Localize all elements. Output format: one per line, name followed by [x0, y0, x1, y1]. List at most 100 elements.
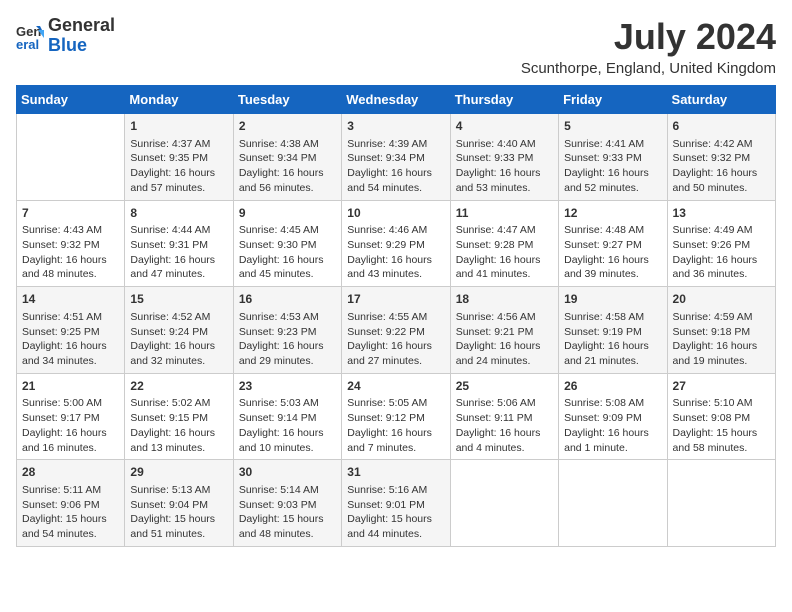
day-info: Sunrise: 4:52 AM Sunset: 9:24 PM Dayligh… [130, 310, 227, 369]
day-number: 4 [456, 118, 553, 135]
day-number: 5 [564, 118, 661, 135]
calendar-cell: 6 Sunrise: 4:42 AM Sunset: 9:32 PM Daylig… [667, 114, 775, 201]
header-day-thursday: Thursday [450, 86, 558, 114]
svg-text:eral: eral [16, 37, 39, 50]
calendar-cell: 14 Sunrise: 4:51 AM Sunset: 9:25 PM Dayli… [17, 287, 125, 374]
calendar-cell: 30 Sunrise: 5:14 AM Sunset: 9:03 PM Dayli… [233, 460, 341, 547]
day-number: 14 [22, 291, 119, 308]
calendar-cell: 2 Sunrise: 4:38 AM Sunset: 9:34 PM Daylig… [233, 114, 341, 201]
header: Gen eral General Blue July 2024 Scunthor… [16, 16, 776, 77]
header-day-wednesday: Wednesday [342, 86, 450, 114]
logo-blue: Blue [48, 36, 115, 56]
day-info: Sunrise: 5:00 AM Sunset: 9:17 PM Dayligh… [22, 396, 119, 455]
day-number: 30 [239, 464, 336, 481]
day-number: 22 [130, 378, 227, 395]
day-info: Sunrise: 4:44 AM Sunset: 9:31 PM Dayligh… [130, 223, 227, 282]
day-number: 21 [22, 378, 119, 395]
calendar-cell: 4 Sunrise: 4:40 AM Sunset: 9:33 PM Daylig… [450, 114, 558, 201]
day-info: Sunrise: 4:58 AM Sunset: 9:19 PM Dayligh… [564, 310, 661, 369]
day-info: Sunrise: 4:55 AM Sunset: 9:22 PM Dayligh… [347, 310, 444, 369]
day-info: Sunrise: 5:03 AM Sunset: 9:14 PM Dayligh… [239, 396, 336, 455]
day-number: 13 [673, 205, 770, 222]
calendar-cell: 20 Sunrise: 4:59 AM Sunset: 9:18 PM Dayli… [667, 287, 775, 374]
header-day-tuesday: Tuesday [233, 86, 341, 114]
day-info: Sunrise: 4:48 AM Sunset: 9:27 PM Dayligh… [564, 223, 661, 282]
day-info: Sunrise: 4:41 AM Sunset: 9:33 PM Dayligh… [564, 137, 661, 196]
day-number: 6 [673, 118, 770, 135]
week-row-2: 7Sunrise: 4:43 AM Sunset: 9:32 PM Daylig… [17, 200, 776, 287]
calendar-cell: 19Sunrise: 4:58 AM Sunset: 9:19 PM Dayli… [559, 287, 667, 374]
calendar-cell: 11Sunrise: 4:47 AM Sunset: 9:28 PM Dayli… [450, 200, 558, 287]
day-info: Sunrise: 4:39 AM Sunset: 9:34 PM Dayligh… [347, 137, 444, 196]
calendar-table: SundayMondayTuesdayWednesdayThursdayFrid… [16, 85, 776, 547]
calendar-subtitle: Scunthorpe, England, United Kingdom [521, 60, 776, 77]
day-info: Sunrise: 4:38 AM Sunset: 9:34 PM Dayligh… [239, 137, 336, 196]
day-info: Sunrise: 4:42 AM Sunset: 9:32 PM Dayligh… [673, 137, 770, 196]
day-number: 1 [130, 118, 227, 135]
day-number: 15 [130, 291, 227, 308]
day-info: Sunrise: 5:05 AM Sunset: 9:12 PM Dayligh… [347, 396, 444, 455]
calendar-cell: 9Sunrise: 4:45 AM Sunset: 9:30 PM Daylig… [233, 200, 341, 287]
calendar-cell: 12Sunrise: 4:48 AM Sunset: 9:27 PM Dayli… [559, 200, 667, 287]
day-number: 7 [22, 205, 119, 222]
day-number: 31 [347, 464, 444, 481]
day-number: 2 [239, 118, 336, 135]
day-info: Sunrise: 4:45 AM Sunset: 9:30 PM Dayligh… [239, 223, 336, 282]
calendar-cell: 27Sunrise: 5:10 AM Sunset: 9:08 PM Dayli… [667, 373, 775, 460]
calendar-cell [559, 460, 667, 547]
header-day-monday: Monday [125, 86, 233, 114]
calendar-cell: 21Sunrise: 5:00 AM Sunset: 9:17 PM Dayli… [17, 373, 125, 460]
day-number: 23 [239, 378, 336, 395]
week-row-1: 1 Sunrise: 4:37 AM Sunset: 9:35 PM Daylig… [17, 114, 776, 201]
day-info: Sunrise: 4:56 AM Sunset: 9:21 PM Dayligh… [456, 310, 553, 369]
calendar-header: SundayMondayTuesdayWednesdayThursdayFrid… [17, 86, 776, 114]
calendar-cell: 5 Sunrise: 4:41 AM Sunset: 9:33 PM Daylig… [559, 114, 667, 201]
header-day-sunday: Sunday [17, 86, 125, 114]
logo: Gen eral General Blue [16, 16, 115, 56]
calendar-cell: 18Sunrise: 4:56 AM Sunset: 9:21 PM Dayli… [450, 287, 558, 374]
calendar-title: July 2024 [521, 16, 776, 58]
day-number: 27 [673, 378, 770, 395]
day-number: 25 [456, 378, 553, 395]
day-info: Sunrise: 4:46 AM Sunset: 9:29 PM Dayligh… [347, 223, 444, 282]
day-info: Sunrise: 4:59 AM Sunset: 9:18 PM Dayligh… [673, 310, 770, 369]
header-row: SundayMondayTuesdayWednesdayThursdayFrid… [17, 86, 776, 114]
day-info: Sunrise: 4:51 AM Sunset: 9:25 PM Dayligh… [22, 310, 119, 369]
day-number: 9 [239, 205, 336, 222]
day-info: Sunrise: 5:06 AM Sunset: 9:11 PM Dayligh… [456, 396, 553, 455]
calendar-cell: 7Sunrise: 4:43 AM Sunset: 9:32 PM Daylig… [17, 200, 125, 287]
day-info: Sunrise: 4:40 AM Sunset: 9:33 PM Dayligh… [456, 137, 553, 196]
calendar-cell: 17Sunrise: 4:55 AM Sunset: 9:22 PM Dayli… [342, 287, 450, 374]
day-number: 28 [22, 464, 119, 481]
calendar-cell: 28Sunrise: 5:11 AM Sunset: 9:06 PM Dayli… [17, 460, 125, 547]
day-info: Sunrise: 5:13 AM Sunset: 9:04 PM Dayligh… [130, 483, 227, 542]
day-info: Sunrise: 4:43 AM Sunset: 9:32 PM Dayligh… [22, 223, 119, 282]
day-number: 20 [673, 291, 770, 308]
week-row-3: 14 Sunrise: 4:51 AM Sunset: 9:25 PM Dayli… [17, 287, 776, 374]
day-number: 26 [564, 378, 661, 395]
day-info: Sunrise: 4:37 AM Sunset: 9:35 PM Dayligh… [130, 137, 227, 196]
logo-general: General [48, 16, 115, 36]
calendar-cell: 3 Sunrise: 4:39 AM Sunset: 9:34 PM Daylig… [342, 114, 450, 201]
day-number: 8 [130, 205, 227, 222]
day-info: Sunrise: 4:53 AM Sunset: 9:23 PM Dayligh… [239, 310, 336, 369]
day-info: Sunrise: 4:49 AM Sunset: 9:26 PM Dayligh… [673, 223, 770, 282]
header-day-saturday: Saturday [667, 86, 775, 114]
header-day-friday: Friday [559, 86, 667, 114]
day-info: Sunrise: 4:47 AM Sunset: 9:28 PM Dayligh… [456, 223, 553, 282]
day-info: Sunrise: 5:14 AM Sunset: 9:03 PM Dayligh… [239, 483, 336, 542]
calendar-cell: 16Sunrise: 4:53 AM Sunset: 9:23 PM Dayli… [233, 287, 341, 374]
day-info: Sunrise: 5:02 AM Sunset: 9:15 PM Dayligh… [130, 396, 227, 455]
day-number: 29 [130, 464, 227, 481]
calendar-cell: 26Sunrise: 5:08 AM Sunset: 9:09 PM Dayli… [559, 373, 667, 460]
day-number: 10 [347, 205, 444, 222]
calendar-cell [17, 114, 125, 201]
calendar-cell: 15 Sunrise: 4:52 AM Sunset: 9:24 PM Dayli… [125, 287, 233, 374]
week-row-4: 21Sunrise: 5:00 AM Sunset: 9:17 PM Dayli… [17, 373, 776, 460]
calendar-cell: 10Sunrise: 4:46 AM Sunset: 9:29 PM Dayli… [342, 200, 450, 287]
calendar-cell: 24Sunrise: 5:05 AM Sunset: 9:12 PM Dayli… [342, 373, 450, 460]
calendar-cell: 13Sunrise: 4:49 AM Sunset: 9:26 PM Dayli… [667, 200, 775, 287]
calendar-cell: 23Sunrise: 5:03 AM Sunset: 9:14 PM Dayli… [233, 373, 341, 460]
day-number: 3 [347, 118, 444, 135]
calendar-cell [667, 460, 775, 547]
